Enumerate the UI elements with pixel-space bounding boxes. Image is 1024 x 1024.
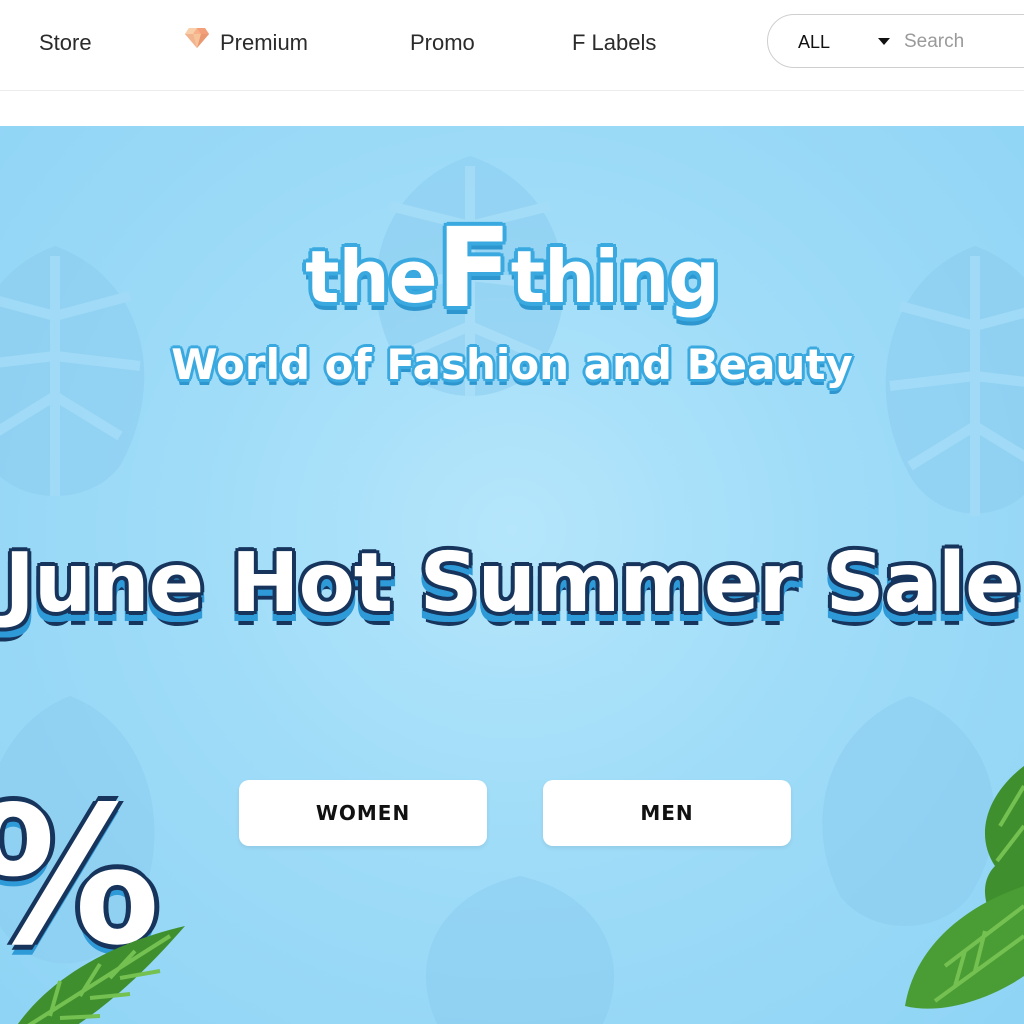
- nav-f-labels-link[interactable]: F Labels: [572, 28, 656, 58]
- sale-headline: June Hot Summer Sale: [4, 536, 1020, 631]
- diamond-icon: [184, 27, 210, 57]
- women-button[interactable]: WOMEN: [239, 780, 487, 846]
- nav-premium-link[interactable]: Premium: [184, 28, 308, 58]
- top-navigation: Store Premium Promo F Labels ALL: [0, 0, 1024, 91]
- search-scope-select[interactable]: ALL: [798, 31, 830, 53]
- background-leaf-icon: [426, 876, 614, 1024]
- nav-store-link[interactable]: Store: [39, 28, 92, 58]
- caret-down-icon[interactable]: [878, 38, 890, 45]
- palm-leaf-icon: [18, 926, 185, 1024]
- hero-banner[interactable]: theFthing World of Fashion and Beauty Ju…: [0, 126, 1024, 1024]
- logo-prefix: the: [305, 235, 438, 319]
- search-bar: ALL: [767, 14, 1024, 68]
- search-input[interactable]: [902, 27, 1024, 57]
- nav-promo-link[interactable]: Promo: [410, 28, 475, 58]
- men-button[interactable]: MEN: [543, 780, 791, 846]
- logo-f: F: [436, 204, 512, 332]
- nav-premium-label: Premium: [220, 30, 309, 55]
- logo-suffix: thing: [510, 235, 720, 319]
- thefthing-logo[interactable]: theFthing: [0, 204, 1024, 332]
- logo-tagline: World of Fashion and Beauty: [171, 340, 853, 389]
- header-spacer: [0, 91, 1024, 126]
- palm-leaf-icon: [905, 766, 1024, 1009]
